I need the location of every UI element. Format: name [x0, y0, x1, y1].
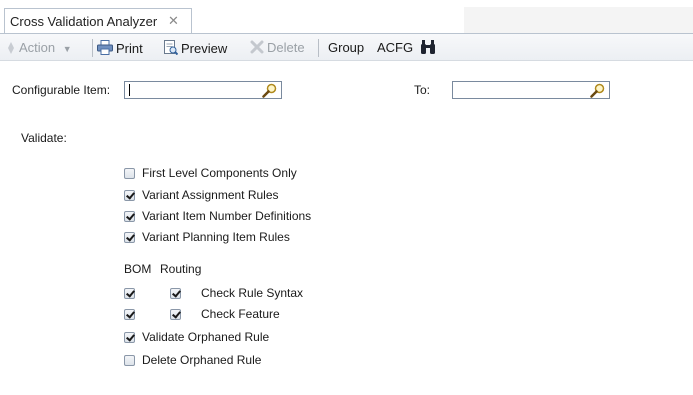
print-button[interactable]: Print [97, 40, 143, 58]
delete-label: Delete [267, 40, 305, 55]
tab-title: Cross Validation Analyzer [10, 14, 158, 29]
delete-orphaned-rule-label: Delete Orphaned Rule [142, 353, 262, 367]
acfg-button[interactable]: ACFG [377, 40, 413, 55]
bom-check-feature-checkbox[interactable] [124, 309, 135, 320]
delete-orphaned-rule-checkbox[interactable] [124, 355, 135, 366]
variant-item-number-label: Variant Item Number Definitions [142, 209, 312, 223]
validate-orphaned-rule-label: Validate Orphaned Rule [142, 330, 270, 344]
action-icon [6, 42, 16, 57]
bom-check-rule-syntax-checkbox[interactable] [124, 288, 135, 299]
toolbar-separator [92, 39, 93, 57]
delete-icon [250, 40, 264, 57]
configurable-item-label: Configurable Item: [12, 83, 111, 97]
routing-check-feature-checkbox[interactable] [170, 309, 181, 320]
configurable-item-input[interactable] [124, 81, 282, 99]
print-icon [97, 40, 113, 58]
routing-check-rule-syntax-checkbox[interactable] [170, 288, 181, 299]
to-label: To: [414, 83, 431, 97]
validate-label: Validate: [21, 131, 67, 145]
preview-button[interactable]: Preview [163, 40, 227, 58]
first-level-checkbox[interactable] [124, 168, 135, 179]
binoculars-icon[interactable] [420, 39, 436, 58]
validate-orphaned-rule-checkbox[interactable] [124, 332, 135, 343]
toolbar: Action ▼ Print Preview Delete Group ACFG [0, 33, 693, 61]
check-feature-label: Check Feature [201, 307, 280, 321]
action-button[interactable]: Action ▼ [6, 40, 72, 57]
tab-cross-validation-analyzer[interactable]: Cross Validation Analyzer ✕ [4, 8, 192, 33]
preview-icon [163, 40, 179, 58]
routing-header: Routing [160, 262, 202, 276]
variant-item-number-checkbox[interactable] [124, 211, 135, 222]
tab-strip-fill [464, 7, 693, 33]
variant-planning-checkbox[interactable] [124, 232, 135, 243]
delete-button[interactable]: Delete [250, 40, 305, 57]
bom-header: BOM [124, 262, 152, 276]
document-tab-strip: Cross Validation Analyzer ✕ [0, 0, 693, 33]
search-icon[interactable] [262, 83, 277, 101]
close-icon[interactable]: ✕ [168, 13, 179, 29]
text-caret [129, 84, 130, 96]
print-label: Print [116, 41, 143, 56]
check-rule-syntax-label: Check Rule Syntax [201, 286, 304, 300]
variant-assignment-checkbox[interactable] [124, 190, 135, 201]
first-level-label: First Level Components Only [142, 166, 297, 180]
to-input[interactable] [452, 81, 610, 99]
dropdown-arrow-icon: ▼ [62, 44, 72, 54]
search-icon[interactable] [590, 83, 605, 101]
variant-planning-label: Variant Planning Item Rules [142, 230, 290, 244]
variant-assignment-label: Variant Assignment Rules [142, 188, 279, 202]
toolbar-separator [318, 39, 319, 57]
preview-label: Preview [181, 41, 228, 56]
group-button[interactable]: Group [328, 40, 364, 55]
action-label: Action [19, 40, 56, 55]
